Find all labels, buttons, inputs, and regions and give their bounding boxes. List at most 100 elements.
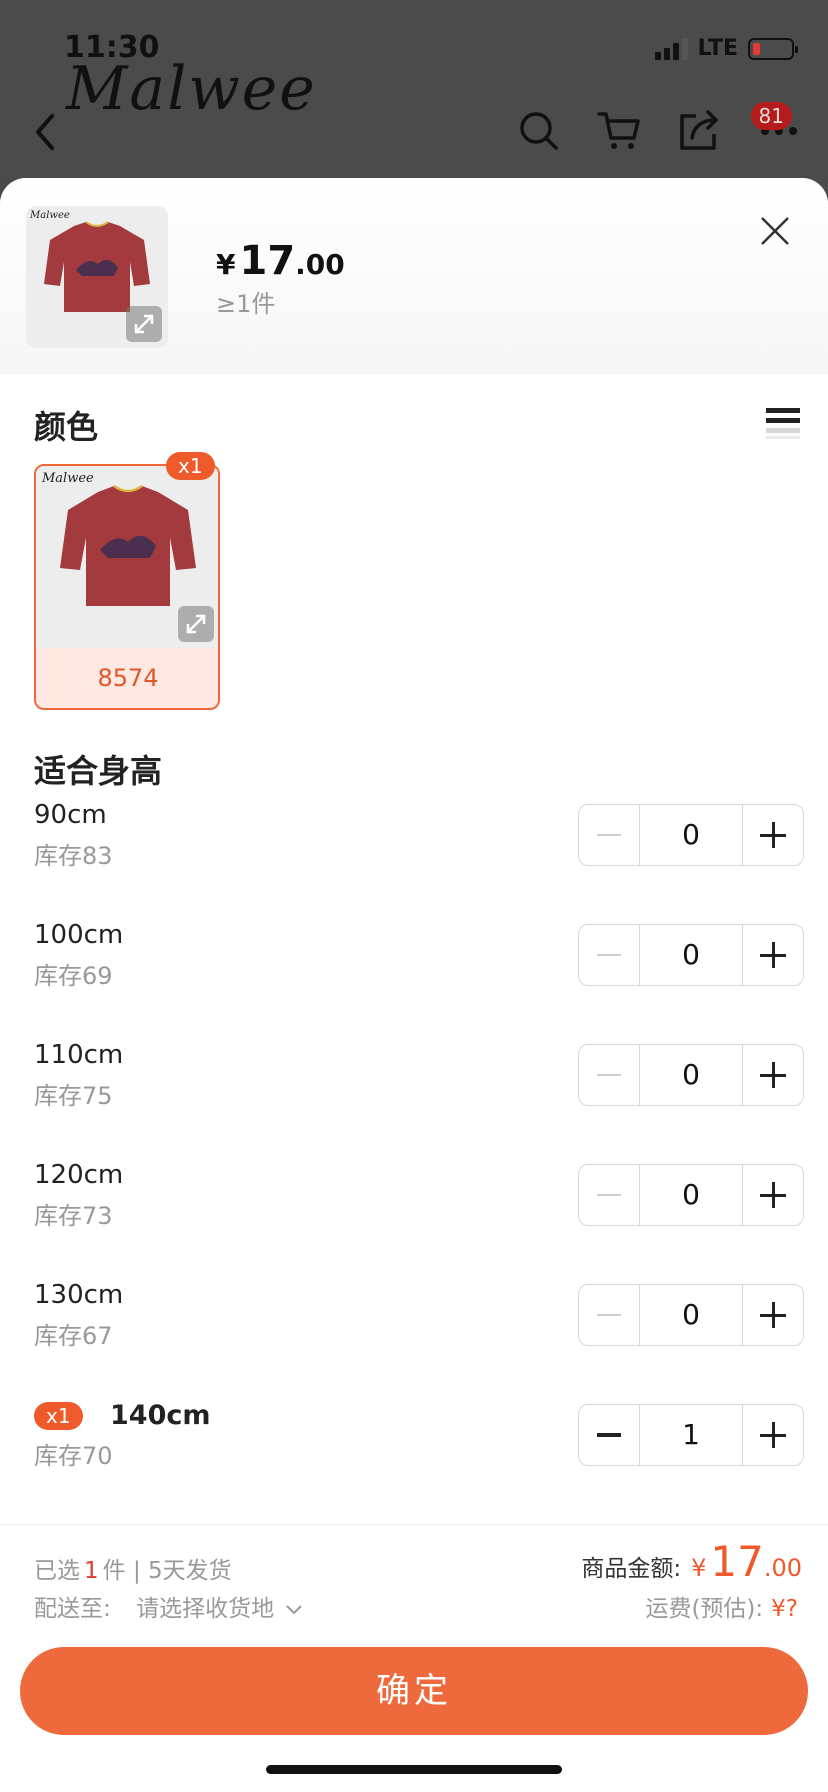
size-row: 120cm 库存73 0	[34, 1160, 804, 1250]
quantity-stepper: 0	[578, 1044, 804, 1106]
freight-value: ¥?	[771, 1596, 798, 1622]
brand-logo: Malwee	[66, 54, 317, 124]
decrement-button[interactable]	[579, 805, 639, 865]
stock-label: 库存73	[34, 1202, 113, 1230]
plus-icon	[760, 1062, 786, 1088]
quantity-value[interactable]: 1	[639, 1405, 743, 1465]
price-integer: 17	[239, 238, 296, 284]
size-label: 110cm	[34, 1040, 124, 1070]
price-decimal: .00	[295, 248, 345, 281]
increment-button[interactable]	[743, 1405, 803, 1465]
network-type: LTE	[697, 36, 738, 61]
cart-button[interactable]	[596, 108, 642, 154]
product-thumbnail[interactable]: Malwee	[26, 206, 168, 348]
color-option-8574[interactable]: Malwee 8574	[34, 464, 220, 710]
chevron-down-icon	[286, 1604, 303, 1614]
plus-icon	[760, 822, 786, 848]
selected-count: 1	[84, 1558, 99, 1584]
quantity-stepper: 1	[578, 1404, 804, 1466]
svg-text:Malwee: Malwee	[29, 210, 70, 221]
goods-amount: 商品金额: ¥ 17 .00	[581, 1537, 802, 1586]
size-selected-count-badge: x1	[34, 1402, 83, 1430]
signal-icon	[654, 37, 688, 60]
sku-selector-sheet: Malwee ¥ 17 .00 ≥1件 颜色 Malwee 8574 x1 适合…	[0, 178, 828, 1792]
selection-summary: 已选 1 件 | 5天发货	[34, 1551, 232, 1585]
ship-to-value: 请选择收货地	[136, 1596, 275, 1622]
share-button[interactable]	[676, 108, 722, 154]
decrement-button[interactable]	[579, 925, 639, 985]
list-view-icon	[766, 408, 800, 439]
sheet-header: Malwee ¥ 17 .00 ≥1件	[0, 178, 828, 374]
size-row: 90cm 库存83 0	[34, 800, 804, 890]
svg-text:Malwee: Malwee	[41, 471, 94, 486]
size-label: 90cm	[34, 800, 107, 830]
size-label: 130cm	[34, 1280, 124, 1310]
quantity-value[interactable]: 0	[639, 925, 743, 985]
stock-label: 库存83	[34, 842, 113, 870]
confirm-button[interactable]: 确定	[20, 1647, 808, 1735]
plus-icon	[760, 1182, 786, 1208]
minus-icon	[597, 953, 621, 957]
increment-button[interactable]	[743, 1045, 803, 1105]
chevron-left-icon	[36, 114, 54, 150]
stock-label: 库存69	[34, 962, 113, 990]
size-label: 100cm	[34, 920, 124, 950]
quantity-value[interactable]: 0	[639, 1285, 743, 1345]
decrement-button[interactable]	[579, 1165, 639, 1225]
freight-label: 运费(预估):	[645, 1596, 764, 1622]
decrement-button[interactable]	[579, 1405, 639, 1465]
size-row: 100cm 库存69 0	[34, 920, 804, 1010]
increment-button[interactable]	[743, 925, 803, 985]
size-row-selected: x1 140cm 库存70 1	[34, 1400, 804, 1490]
min-quantity: ≥1件	[216, 290, 276, 318]
share-icon	[680, 110, 718, 150]
increment-button[interactable]	[743, 805, 803, 865]
size-row: 110cm 库存75 0	[34, 1040, 804, 1130]
minus-icon	[597, 1193, 621, 1197]
quantity-stepper: 0	[578, 924, 804, 986]
increment-button[interactable]	[743, 1165, 803, 1225]
search-icon	[520, 112, 558, 150]
ship-to-selector[interactable]: 配送至: 请选择收货地	[34, 1589, 303, 1623]
plus-icon	[760, 1302, 786, 1328]
close-icon	[761, 217, 789, 245]
status-indicators: LTE	[654, 36, 798, 61]
cart-count-badge: 81	[750, 102, 792, 130]
minus-icon	[597, 1433, 621, 1437]
size-section-title: 适合身高	[34, 752, 163, 790]
minus-icon	[597, 1313, 621, 1317]
amount-currency: ¥	[691, 1554, 707, 1582]
minus-icon	[597, 1073, 621, 1077]
battery-icon	[748, 37, 798, 60]
quantity-value[interactable]: 0	[639, 1165, 743, 1225]
ship-to-label: 配送至:	[34, 1596, 111, 1622]
search-button[interactable]	[516, 108, 562, 154]
view-toggle-button[interactable]	[766, 406, 800, 440]
top-bar: 11:30 LTE Malwee 81	[0, 0, 828, 180]
increment-button[interactable]	[743, 1285, 803, 1345]
plus-icon	[760, 942, 786, 968]
expand-icon[interactable]	[126, 306, 162, 342]
cart-icon	[597, 112, 640, 149]
home-indicator	[266, 1765, 562, 1774]
stock-label: 库存67	[34, 1322, 113, 1350]
expand-icon[interactable]	[178, 606, 214, 642]
amount-decimal: .00	[763, 1554, 802, 1582]
size-row: 130cm 库存67 0	[34, 1280, 804, 1370]
order-summary-footer: 已选 1 件 | 5天发货 配送至: 请选择收货地 商品金额: ¥ 17 .00 运…	[0, 1524, 828, 1792]
decrement-button[interactable]	[579, 1045, 639, 1105]
price-currency: ¥	[216, 248, 236, 281]
plus-icon	[760, 1422, 786, 1448]
decrement-button[interactable]	[579, 1285, 639, 1345]
stock-label: 库存70	[34, 1442, 113, 1470]
color-option-label: 8574	[97, 664, 159, 692]
amount-label: 商品金额:	[581, 1556, 682, 1582]
quantity-value[interactable]: 0	[639, 805, 743, 865]
size-label: 120cm	[34, 1160, 124, 1190]
color-section-title: 颜色	[34, 408, 99, 446]
close-button[interactable]	[758, 214, 792, 248]
quantity-value[interactable]: 0	[639, 1045, 743, 1105]
selected-prefix: 已选	[34, 1558, 80, 1584]
freight-estimate: 运费(预估): ¥?	[645, 1589, 798, 1623]
back-button[interactable]	[28, 108, 64, 156]
